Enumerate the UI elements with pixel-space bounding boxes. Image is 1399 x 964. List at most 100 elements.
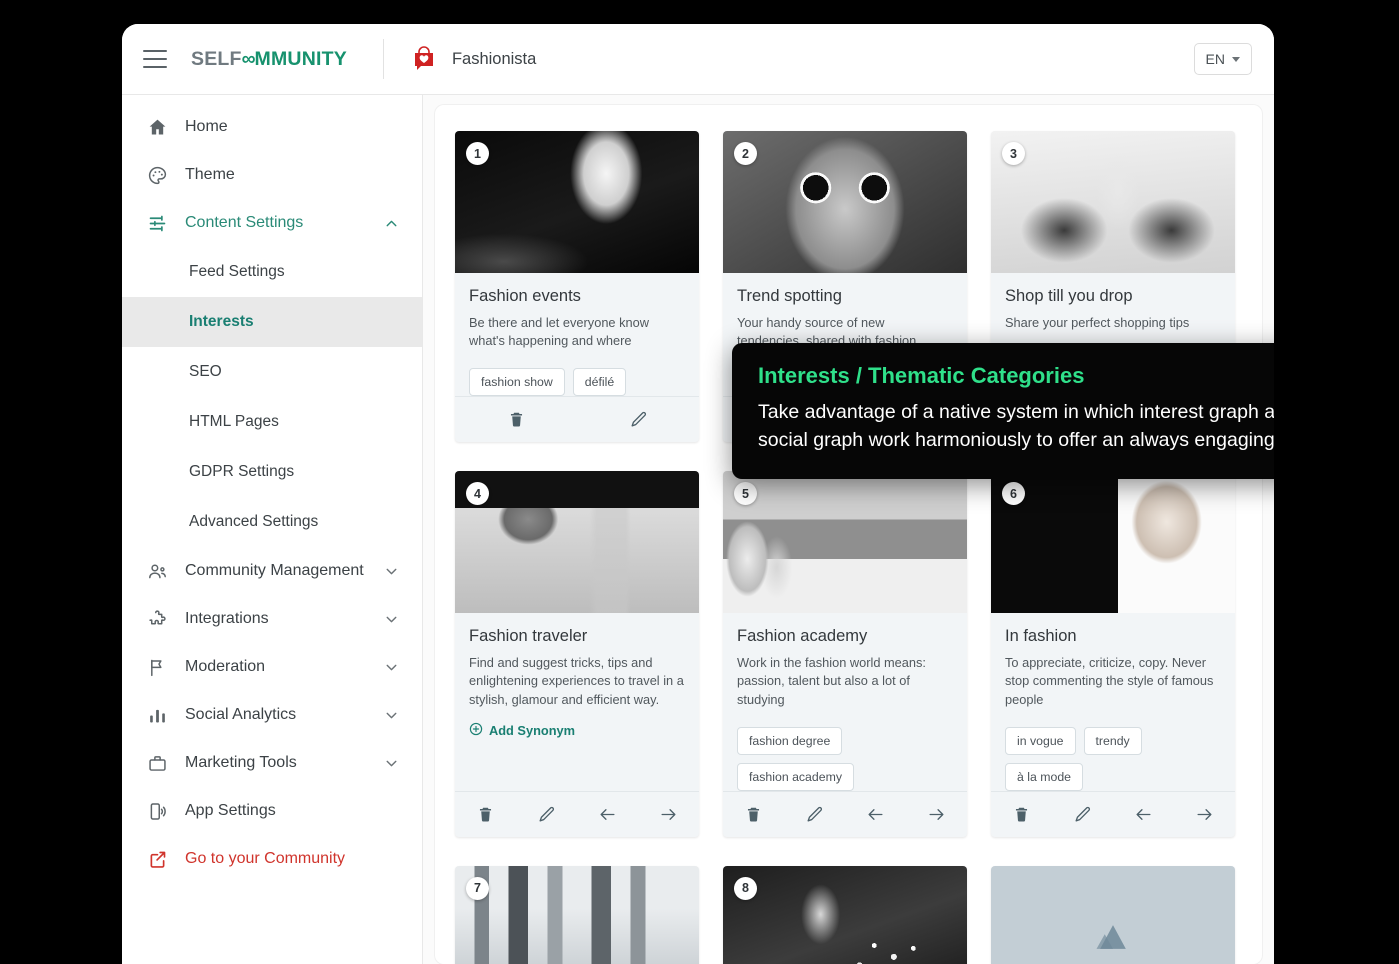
card-tag[interactable]: trendy [1083,726,1142,755]
hamburger-icon[interactable] [143,50,167,68]
sidebar-subitem-advanced-settings[interactable]: Advanced Settings [122,497,422,547]
delete-action[interactable] [991,805,1052,824]
card-image: 7 [455,865,699,964]
arrow-left-action[interactable] [845,805,906,824]
chevron-down-icon[interactable] [383,563,400,580]
app-logo[interactable]: SELF ∞ MMUNITY [191,48,347,71]
sidebar-subitem-feed-settings[interactable]: Feed Settings [122,247,422,297]
card-title: Trend spotting [737,287,842,305]
card-number-badge: 2 [734,142,757,165]
sidebar-item-content-settings[interactable]: Content Settings [122,199,422,247]
arrow-left-icon[interactable] [598,805,617,824]
plus-circle-icon [469,722,483,739]
sidebar-subitem-seo[interactable]: SEO [122,347,422,397]
sidebar-item-go-to-your-community[interactable]: Go to your Community [122,835,422,883]
card-tag-list: fashion show défilé [469,368,685,397]
delete-icon[interactable] [744,805,763,824]
delete-icon[interactable] [1012,805,1031,824]
interest-card[interactable] [991,865,1235,964]
sidebar-subitem-gdpr-settings[interactable]: GDPR Settings [122,447,422,497]
card-photo [455,131,699,273]
sidebar-subitem-html-pages[interactable]: HTML Pages [122,397,422,447]
edit-action[interactable] [1052,805,1113,824]
card-tag[interactable]: défilé [572,368,627,397]
delete-action[interactable] [455,410,577,429]
sidebar-item-social-analytics[interactable]: Social Analytics [122,691,422,739]
interest-card[interactable]: 7 [455,865,699,964]
card-tag[interactable]: fashion show [469,368,565,397]
edit-icon[interactable] [537,805,556,824]
app-window: SELF ∞ MMUNITY Fashionista EN Home Theme Con… [122,24,1274,964]
chevron-down-icon[interactable] [383,707,400,724]
interest-card[interactable]: 1 Fashion events Be there and let everyone… [455,131,699,443]
card-photo [991,131,1235,273]
interest-card[interactable]: 8 [723,865,967,964]
chevron-down-icon[interactable] [383,755,400,772]
arrow-left-action[interactable] [1113,805,1174,824]
sidebar-item-home[interactable]: Home [122,103,422,151]
briefcase-icon [146,752,168,774]
card-tag-list: fashion degree fashion academy [737,726,953,791]
delete-icon[interactable] [507,410,526,429]
delete-action[interactable] [723,805,784,824]
sidebar-item-theme[interactable]: Theme [122,151,422,199]
arrow-right-icon[interactable] [927,805,946,824]
edit-icon[interactable] [629,410,648,429]
arrow-right-action[interactable] [1174,805,1235,824]
chevron-down-icon[interactable] [383,611,400,628]
card-title: Fashion academy [737,627,868,646]
language-value: EN [1205,51,1225,67]
add-synonym-button[interactable]: Add Synonym [469,722,575,739]
card-number-badge: 8 [734,876,757,900]
arrow-right-action[interactable] [638,805,699,824]
language-selector[interactable]: EN [1193,43,1252,75]
edit-action[interactable] [784,805,845,824]
logo-infinity-icon: ∞ [241,47,256,70]
arrow-left-icon[interactable] [866,805,885,824]
chevron-down-icon[interactable] [383,659,400,676]
add-synonym-label: Add Synonym [489,722,576,738]
delete-icon[interactable] [476,805,495,824]
sidebar-item-label: Community Management [185,562,364,579]
chevron-up-icon[interactable] [383,215,400,232]
arrow-right-action[interactable] [906,805,967,824]
card-tag[interactable]: à la mode [1005,762,1084,791]
card-tag[interactable]: fashion academy [737,762,854,791]
card-number-badge: 3 [1002,142,1025,165]
card-description: Be there and let everyone know what's ha… [469,315,649,349]
edit-icon[interactable] [805,805,824,824]
card-photo [723,471,967,614]
sidebar-item-integrations[interactable]: Integrations [122,595,422,643]
sidebar-item-app-settings[interactable]: App Settings [122,787,422,835]
logo-text-self: SELF [191,47,242,70]
sidebar-item-label: Marketing Tools [185,754,297,771]
arrow-left-action[interactable] [577,805,638,824]
card-tag[interactable]: fashion degree [737,726,843,755]
sidebar-subitem-label: Feed Settings [189,263,285,280]
image-placeholder-icon [991,865,1235,964]
sidebar-item-community-management[interactable]: Community Management [122,547,422,595]
edit-action[interactable] [577,410,699,429]
interest-card[interactable]: 5 Fashion academy Work in the fashion worl… [723,471,967,837]
card-tag[interactable]: in vogue [1005,726,1076,755]
sidebar-item-marketing-tools[interactable]: Marketing Tools [122,739,422,787]
header-divider [382,39,384,79]
card-image: 3 [991,131,1235,273]
sidebar-item-moderation[interactable]: Moderation [122,643,422,691]
delete-action[interactable] [455,805,516,824]
sidebar-item-label: Content Settings [185,214,304,231]
chevron-down-icon [1232,56,1240,62]
arrow-right-icon[interactable] [659,805,678,824]
edit-icon[interactable] [1073,805,1092,824]
arrow-left-icon[interactable] [1134,805,1153,824]
interest-card[interactable]: 6 In fashion To appreciate, criticize, cop… [991,471,1235,837]
home-icon [146,116,168,138]
sidebar-item-label: Moderation [185,658,266,675]
edit-action[interactable] [516,805,577,824]
interest-card[interactable]: 4 Fashion traveler Find and suggest tricks… [455,471,699,837]
tooltip-overlay: Interests / Thematic Categories Take adv… [732,343,1274,479]
puzzle-icon [146,608,168,630]
card-number-badge: 1 [466,142,489,165]
arrow-right-icon[interactable] [1195,805,1214,824]
sidebar-subitem-interests[interactable]: Interests [122,297,422,347]
